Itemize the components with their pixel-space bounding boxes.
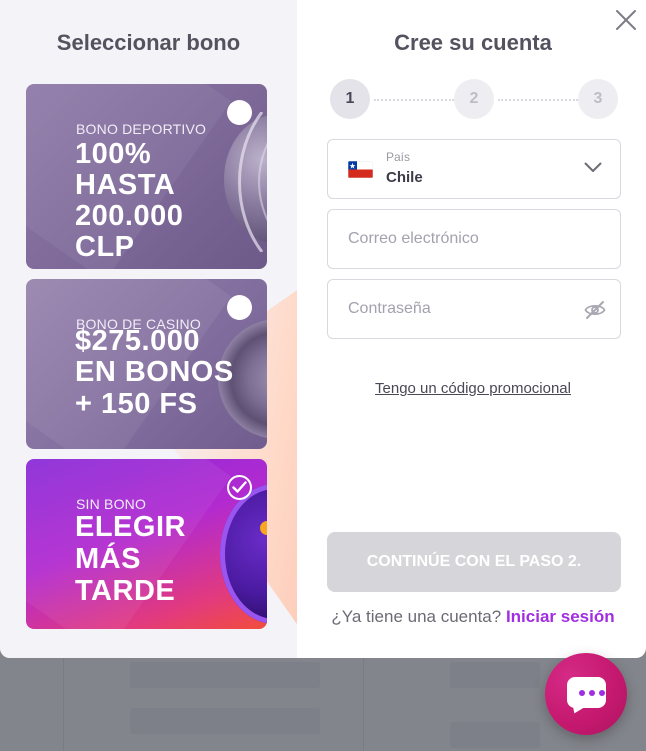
bonus-radio-checked[interactable] [227, 475, 252, 500]
bonus-card-headline-line: HASTA [75, 169, 176, 201]
bonus-panel-title: Seleccionar bono [56, 30, 241, 55]
password-placeholder: Contraseña [348, 300, 431, 317]
continue-step-2-button[interactable]: CONTINÚE CON EL PASO 2. [327, 532, 621, 592]
bonus-card-headline-line: TARDE [75, 575, 176, 607]
bonus-card-headline-line: 200.000 [75, 200, 184, 232]
bonus-card-sports[interactable]: BONO DEPORTIVO 100% HASTA 200.000 CLP [26, 84, 267, 269]
bonus-card-casino[interactable]: BONO DE CASINO $275.000 EN BONOS + 150 F… [26, 279, 267, 449]
login-prompt-line: ¿Ya tiene una cuenta? Iniciar sesión [297, 607, 646, 627]
clock-hand-image [260, 521, 267, 535]
step-indicator: 1 2 3 [330, 79, 620, 119]
chat-dot [589, 690, 595, 696]
bonus-panel: Seleccionar bono BONO DEPORTIVO 100% HAS… [0, 0, 297, 658]
check-icon [232, 481, 247, 493]
step-connector [374, 99, 454, 101]
chat-dot [579, 690, 585, 696]
signup-title: Cree su cuenta [394, 30, 552, 55]
country-value: Chile [386, 169, 423, 186]
step-connector [498, 99, 578, 101]
bonus-card-headline-line: EN BONOS [75, 356, 234, 388]
bonus-card-headline-line: MÁS [75, 543, 141, 575]
bonus-card-subtitle: BONO DEPORTIVO [76, 121, 207, 137]
bonus-radio[interactable] [227, 100, 252, 125]
promo-code-link[interactable]: Tengo un código promocional [297, 380, 646, 397]
email-placeholder: Correo electrónico [348, 230, 479, 247]
chevron-down-icon [584, 162, 602, 172]
chat-button[interactable] [545, 653, 627, 735]
step-2: 2 [454, 79, 494, 119]
eye-off-icon[interactable] [584, 300, 606, 320]
step-1: 1 [330, 79, 370, 119]
country-label: País [386, 150, 411, 164]
clock-image [220, 484, 267, 624]
email-field[interactable]: Correo electrónico [327, 209, 621, 269]
basketball-lines-icon [238, 112, 267, 252]
bonus-card-headline-line: ELEGIR [75, 511, 186, 543]
bonus-card-no-bonus[interactable]: SIN BONO ELEGIR MÁS TARDE [26, 459, 267, 629]
chat-dot [599, 690, 605, 696]
chile-flag-icon [348, 161, 373, 178]
login-link[interactable]: Iniciar sesión [506, 607, 615, 626]
bonus-card-headline-line: $275.000 [75, 325, 200, 357]
bonus-card-headline-line: 100% [75, 138, 152, 170]
step-3: 3 [578, 79, 618, 119]
close-icon[interactable] [614, 8, 638, 32]
bonus-radio[interactable] [227, 295, 252, 320]
password-field[interactable]: Contraseña [327, 279, 621, 339]
bonus-card-headline-line: CLP [75, 231, 135, 263]
login-prompt-text: ¿Ya tiene una cuenta? [331, 607, 502, 626]
country-select[interactable]: País Chile [327, 139, 621, 199]
bonus-card-subtitle: SIN BONO [76, 496, 147, 512]
signup-modal: Seleccionar bono BONO DEPORTIVO 100% HAS… [0, 0, 646, 658]
bonus-card-headline-line: + 150 FS [75, 388, 198, 420]
